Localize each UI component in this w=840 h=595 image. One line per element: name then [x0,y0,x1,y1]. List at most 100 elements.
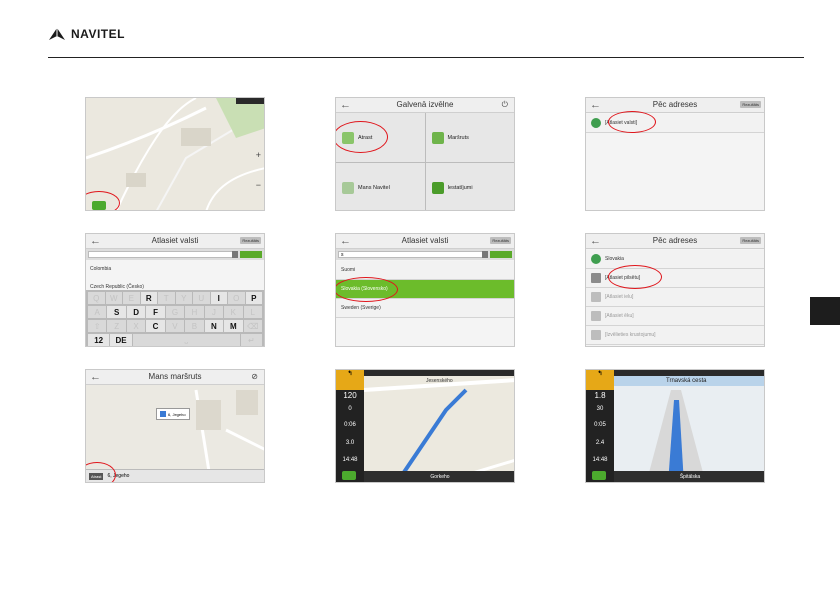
keyboard-toggle-button[interactable] [490,251,512,258]
key[interactable]: T [158,292,175,304]
row-label: [Atlasiet ielu] [605,294,634,300]
key[interactable]: W [105,292,122,304]
location-popup[interactable]: 6, Jegeho [156,408,190,420]
result-button[interactable]: Rezultāts [740,237,761,244]
key[interactable]: R [140,292,157,304]
key[interactable]: D [126,306,146,318]
enter-key[interactable]: ↵ [240,334,262,346]
title-bar: ← Mans maršruts ⊘ [86,370,264,385]
key[interactable]: V [165,320,185,332]
result-button[interactable]: Rezultāts [740,101,761,108]
menu-label: Maršruts [447,134,469,141]
route-icon [431,131,444,144]
result-button[interactable]: Rezultāts [240,237,261,244]
navitel-icon [342,181,354,194]
key[interactable]: Z [107,320,126,332]
menu-route[interactable]: Maršruts [425,113,514,162]
title-bar: ← Pēc adreses Rezultāts [586,234,764,249]
key[interactable]: J [204,306,224,318]
distance: 0 [348,406,352,412]
screen-by-address: ← Pēc adreses Rezultāts [Atlasiet valsti… [585,97,765,211]
numbers-key[interactable]: 12 [88,334,110,346]
remaining-distance: 3.0 [345,440,355,446]
menu-button[interactable] [592,471,606,480]
key[interactable]: M [224,320,243,332]
key[interactable]: L [243,306,262,318]
gear-icon [431,181,444,194]
title-bar: ← Atlasiet valsti Rezultāts [336,234,514,249]
highlight-ring [608,265,662,289]
menu-label: Iestatījumi [447,184,473,191]
street-label: Jesenského [426,378,453,384]
header-divider [48,57,804,58]
search-row: s [336,249,514,260]
search-input[interactable] [88,251,236,258]
list-item[interactable]: Colombia [90,266,111,272]
space-key[interactable]: ⎵ [132,334,240,346]
menu-label: Mans Navitel [358,184,390,191]
shift-key[interactable]: ⇧ [88,320,107,332]
backspace-key[interactable]: ⌫ [243,320,262,332]
result-button[interactable]: Rezultāts [490,237,511,244]
language-key[interactable]: DE [110,334,132,346]
key[interactable]: G [165,306,185,318]
screen-select-country: ← Atlasiet valsti Rezultāts Colombia Cze… [85,233,265,347]
building-row[interactable]: [Atlasiet ēku] [586,307,764,326]
intersection-row[interactable]: [Izvēlieties krustojumu] [586,326,764,345]
key[interactable]: Q [88,292,105,304]
globe-icon [591,118,601,128]
dropdown-icon[interactable] [482,251,488,258]
key[interactable]: X [126,320,146,332]
screen-navigation-3d: ↰ 1.8 30 0:05 2.4 14:48 Trnavská cesta Š… [585,369,765,483]
screen-title: Atlasiet valsti [401,236,449,245]
key[interactable]: I [210,292,227,304]
key[interactable]: P [245,292,262,304]
key[interactable]: Y [175,292,192,304]
key[interactable]: K [224,306,243,318]
zoom-in-icon[interactable]: + [256,150,261,160]
navitel-logo: NAVITEL [48,27,125,41]
screen-select-country-filtered: ← Atlasiet valsti Rezultāts s Suomi Slov… [335,233,515,347]
power-icon[interactable]: ⏻ [502,100,508,110]
page-tab-marker [810,297,840,325]
screen-navigation: ↰ 120 0 0:06 3.0 14:48 Jesenského Gorkeh… [335,369,515,483]
brand-name: NAVITEL [71,27,125,41]
clock: 14:48 [592,457,608,463]
highlight-ring [336,277,398,302]
zoom-out-icon[interactable]: − [256,180,261,190]
eta: 0:05 [594,422,606,428]
map-canvas[interactable] [86,370,264,482]
key[interactable]: B [185,320,204,332]
street-row[interactable]: [Atlasiet ielu] [586,288,764,307]
key[interactable]: C [146,320,165,332]
key[interactable]: O [228,292,245,304]
menu-my-navitel[interactable]: Mans Navitel [336,163,425,210]
title-bar: ← Atlasiet valsti Rezultāts [86,234,264,249]
turn-icon: ↰ [586,370,614,390]
key[interactable]: U [193,292,210,304]
key[interactable]: N [204,320,224,332]
screen-title: Galvenā izvēlne [396,100,454,109]
keyboard-toggle-button[interactable] [240,251,262,258]
building-icon [591,311,601,321]
screen-title: Mans maršruts [148,372,202,381]
menu-settings[interactable]: Iestatījumi [425,163,514,210]
key[interactable]: A [88,306,107,318]
screen-map-main: + − [85,97,265,211]
search-row [86,249,264,260]
globe-icon [591,254,601,264]
title-bar: ← Pēc adreses Rezultāts [586,98,764,113]
key[interactable]: F [146,306,165,318]
highlight-ring [608,111,656,133]
screen-my-route: ← Mans maršruts ⊘ 6, Jegeho Atrast 6, Je… [85,369,265,483]
key[interactable]: S [107,306,126,318]
layers-icon[interactable]: ⊘ [251,372,258,381]
menu-button[interactable] [342,471,356,480]
title-bar: ← Galvenā izvēlne ⏻ [336,98,514,113]
current-street: Špitálska [614,471,764,482]
country-row[interactable]: Slovakia [586,250,764,269]
key[interactable]: E [123,292,140,304]
dropdown-icon[interactable] [232,251,238,258]
key[interactable]: H [185,306,204,318]
search-input[interactable]: s [338,251,486,258]
